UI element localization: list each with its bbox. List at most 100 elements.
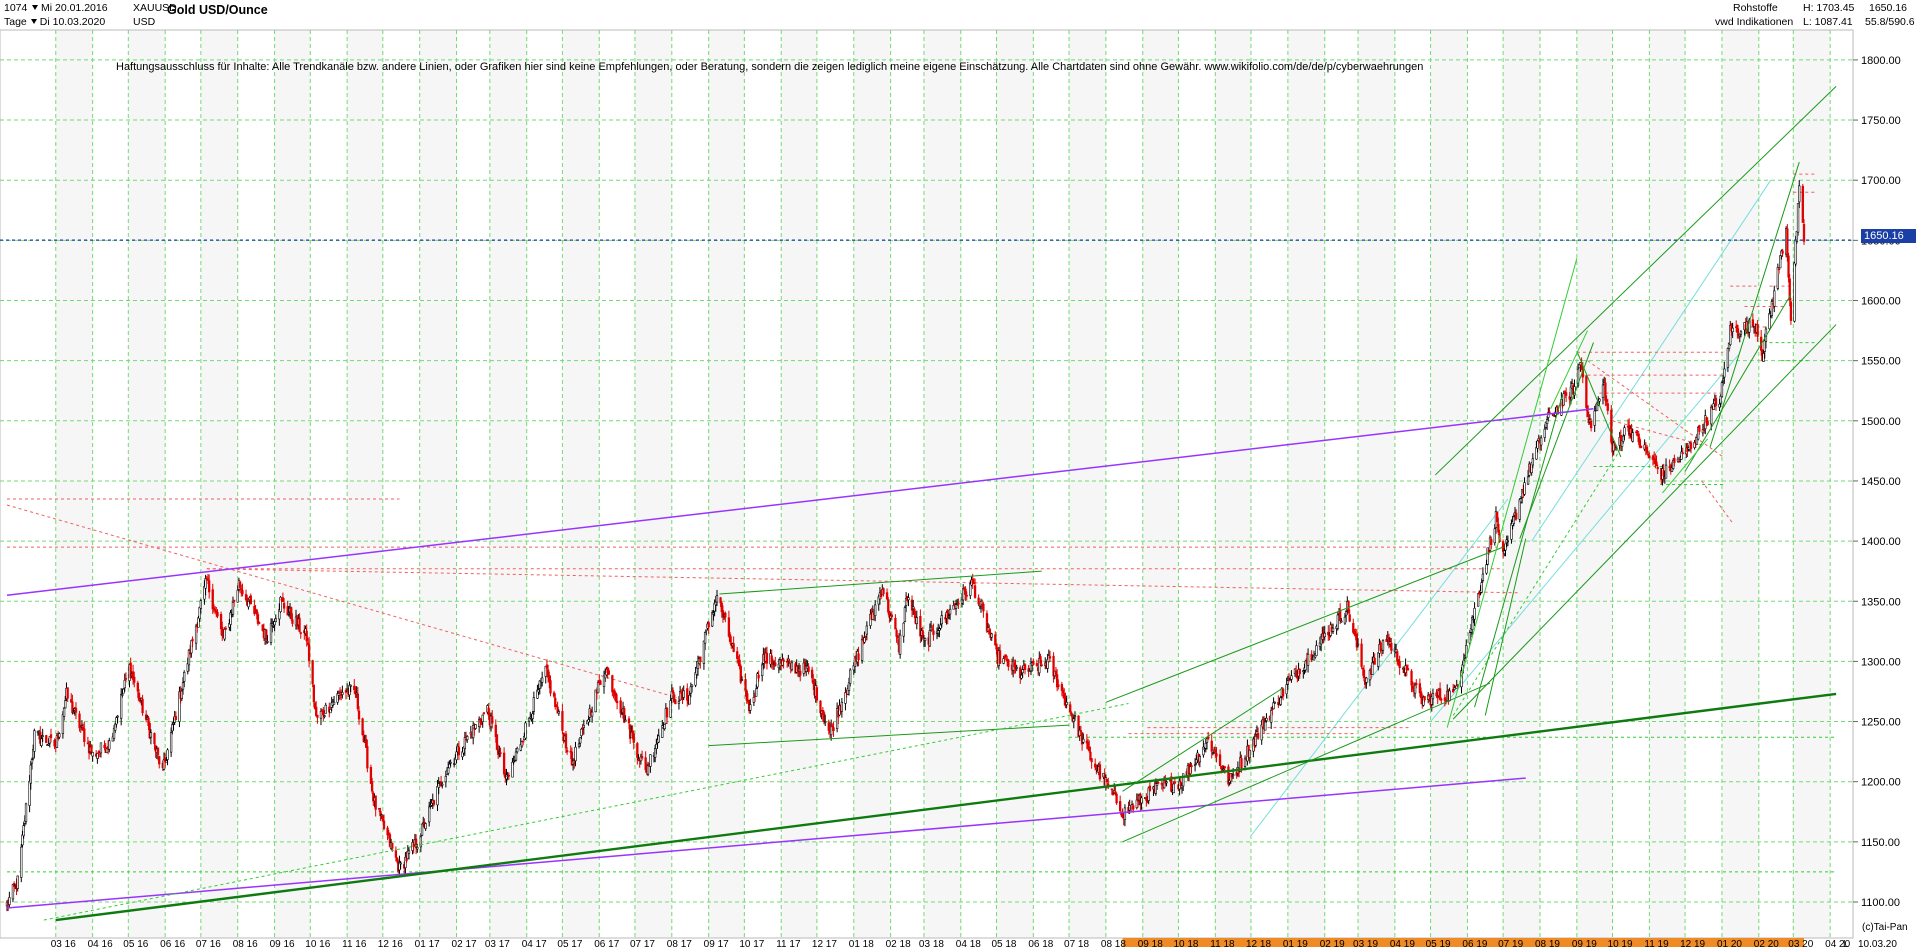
candle bbox=[369, 764, 373, 784]
candle bbox=[1586, 405, 1589, 418]
candle bbox=[977, 594, 980, 607]
candle-body bbox=[1060, 684, 1064, 691]
candle bbox=[903, 605, 907, 623]
candle-body bbox=[272, 624, 275, 627]
candle-body bbox=[447, 767, 450, 774]
candle-body bbox=[1336, 614, 1339, 629]
candle bbox=[1060, 681, 1064, 697]
candle-body bbox=[587, 719, 590, 723]
candle-body bbox=[1211, 752, 1215, 754]
candle bbox=[24, 802, 28, 825]
x-tick-label: 01 17 bbox=[415, 939, 440, 950]
candle bbox=[594, 689, 597, 713]
candle-body bbox=[1504, 543, 1507, 551]
candle bbox=[815, 684, 819, 703]
candle bbox=[902, 622, 905, 643]
candle-body bbox=[71, 701, 74, 714]
candle-body bbox=[990, 633, 993, 638]
candle-body bbox=[736, 651, 739, 659]
candle-body bbox=[1360, 643, 1363, 667]
candle-body bbox=[122, 688, 125, 694]
candle bbox=[907, 593, 910, 607]
candle-body bbox=[1436, 695, 1439, 699]
candle bbox=[404, 852, 407, 875]
candle-body bbox=[174, 716, 178, 721]
candle-body bbox=[1756, 324, 1759, 337]
candle-body bbox=[1205, 738, 1209, 744]
candle-body bbox=[596, 682, 600, 694]
candle-body bbox=[1655, 461, 1658, 467]
candle-body bbox=[291, 619, 294, 624]
candle bbox=[482, 712, 486, 715]
candle-body bbox=[1789, 301, 1793, 321]
candle-body bbox=[1331, 627, 1335, 632]
candle-body bbox=[1476, 593, 1480, 607]
candle-body bbox=[1490, 538, 1493, 546]
x-tick-label: 02 20 bbox=[1754, 939, 1779, 950]
candle-body bbox=[1635, 431, 1638, 434]
candle-body bbox=[1431, 693, 1435, 700]
candle-body bbox=[1523, 482, 1526, 495]
candle-body bbox=[240, 588, 243, 591]
candle-body bbox=[1610, 409, 1613, 443]
candle-body bbox=[1510, 523, 1513, 540]
x-tick-label: 06 16 bbox=[160, 939, 185, 950]
candle bbox=[1793, 261, 1796, 323]
candle-body bbox=[1095, 764, 1098, 770]
candle-body bbox=[1023, 664, 1027, 670]
candle-body bbox=[895, 630, 898, 637]
candle-body bbox=[1662, 470, 1665, 477]
candle-body bbox=[502, 752, 506, 775]
candle-body bbox=[312, 684, 315, 703]
candle-body bbox=[8, 897, 11, 905]
candle bbox=[1773, 285, 1776, 313]
candle bbox=[241, 583, 244, 597]
candle-body bbox=[1535, 447, 1538, 460]
candle-body bbox=[514, 751, 518, 761]
candle-body bbox=[319, 710, 323, 719]
gold-price-chart[interactable]: 1100.00 1150.00 1200.00 1250.00 1300.00 1350.… bbox=[0, 0, 1916, 952]
candle-body bbox=[699, 656, 702, 662]
candle-body bbox=[1098, 764, 1102, 780]
candle-body bbox=[703, 632, 707, 644]
candle-body bbox=[849, 669, 852, 684]
candle-body bbox=[749, 704, 752, 711]
candle-body bbox=[194, 625, 198, 644]
candle-body bbox=[787, 658, 790, 661]
candle bbox=[324, 702, 327, 714]
candle-body bbox=[323, 715, 326, 717]
candle-body bbox=[969, 583, 972, 596]
candle-body bbox=[1802, 223, 1806, 242]
candle-body bbox=[1496, 512, 1499, 523]
candle-body bbox=[224, 628, 227, 630]
candle-body bbox=[353, 685, 356, 691]
candle-body bbox=[444, 775, 447, 783]
candle-body bbox=[810, 669, 814, 679]
candle-body bbox=[1585, 375, 1588, 408]
candle-body bbox=[414, 838, 418, 849]
month-band bbox=[781, 30, 817, 938]
candle-body bbox=[832, 727, 835, 732]
candle-body bbox=[61, 714, 65, 735]
candle-body bbox=[1413, 684, 1417, 694]
candle-body bbox=[219, 613, 223, 630]
candle bbox=[538, 680, 541, 695]
month-band bbox=[708, 30, 745, 938]
candle bbox=[329, 708, 332, 714]
candle bbox=[247, 600, 250, 610]
candle-body bbox=[190, 640, 193, 654]
candle-body bbox=[1340, 620, 1343, 623]
candle-body bbox=[266, 641, 269, 643]
candle-body bbox=[83, 728, 86, 743]
y-tick-label: 1250.00 bbox=[1861, 717, 1901, 729]
candle-body bbox=[864, 635, 867, 638]
candle-body bbox=[1286, 680, 1290, 685]
x-tick-label: 03 17 bbox=[485, 939, 510, 950]
candle-body bbox=[581, 728, 584, 730]
candle bbox=[20, 843, 23, 883]
candle-body bbox=[1519, 498, 1523, 503]
candle bbox=[532, 691, 536, 715]
y-tick-label: 1550.00 bbox=[1861, 356, 1901, 368]
candle-body bbox=[786, 660, 789, 663]
candle-body bbox=[1545, 419, 1549, 425]
